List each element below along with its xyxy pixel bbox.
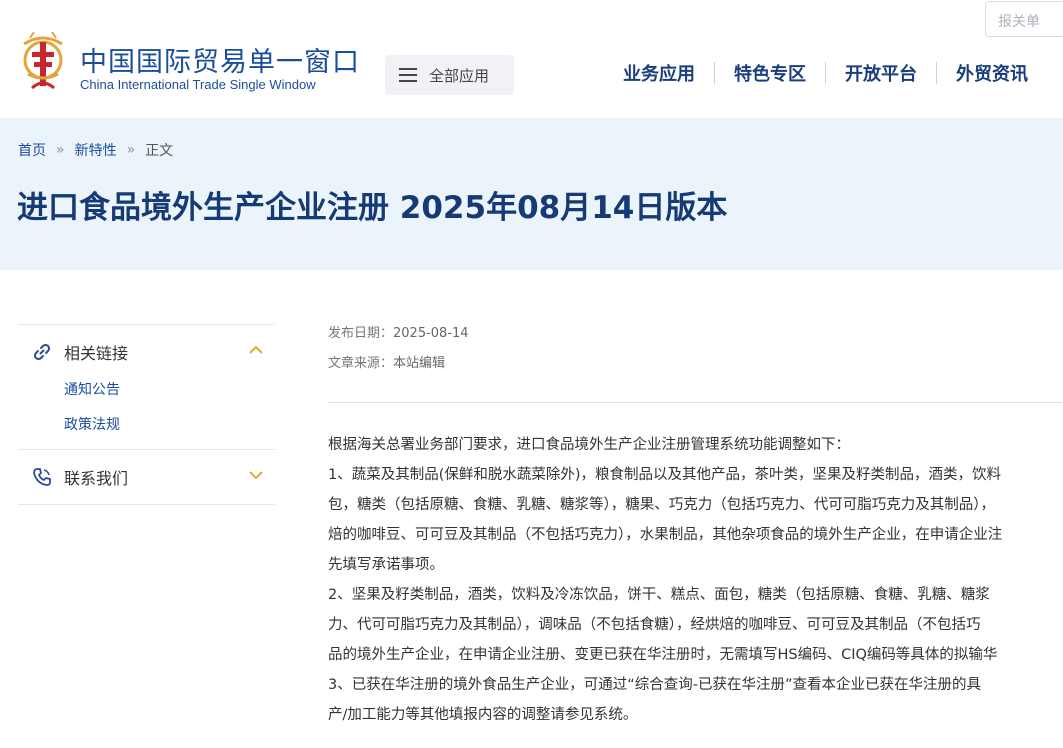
nav-item-featured-zone[interactable]: 特色专区 <box>715 60 825 86</box>
article-line: 品的境外生产企业，在申请企业注册、变更已获在华注册时，无需填写HS编码、CIQ编… <box>328 647 998 663</box>
breadcrumb: 首页 » 新特性 » 正文 <box>18 140 173 160</box>
article-line: 包，糖类（包括原糖、食糖、乳糖、糖浆等），糖果、巧克力（包括巧克力、代可可脂巧克… <box>328 497 995 513</box>
source-label: 文章来源： <box>328 356 394 371</box>
sidebar-section-label: 相关链接 <box>64 344 129 363</box>
brand-name-cn[interactable]: 中国国际贸易单一窗口 <box>80 40 360 79</box>
all-apps-button[interactable]: 全部应用 <box>385 55 514 95</box>
article-line: 产/加工能力等其他填报内容的调整请参见系统。 <box>328 707 638 723</box>
nav-item-business-apps[interactable]: 业务应用 <box>604 60 714 86</box>
breadcrumb-section[interactable]: 新特性 <box>75 140 117 160</box>
breadcrumb-home[interactable]: 首页 <box>18 140 46 160</box>
source-row: 文章来源：本站编辑 <box>328 352 445 371</box>
article-divider <box>328 402 1063 403</box>
logo-emblem-icon[interactable] <box>18 30 68 96</box>
main-nav: 业务应用 特色专区 开放平台 外贸资讯 <box>604 60 1047 86</box>
publish-date-label: 发布日期： <box>328 326 394 341</box>
article-line: 3、已获在华注册的境外食品生产企业，可通过“综合查询-已获在华注册”查看本企业已… <box>328 677 981 693</box>
link-icon <box>33 343 51 361</box>
article-line: 2、坚果及籽类制品，酒类，饮料及冷冻饮品，饼干、糕点、面包，糖类（包括原糖、食糖… <box>328 587 990 603</box>
sidebar-section-related-links[interactable]: 相关链接 <box>18 325 275 379</box>
breadcrumb-separator: » <box>126 142 136 158</box>
sidebar-section-contact[interactable]: 联系我们 <box>18 450 275 504</box>
phone-icon <box>33 468 51 486</box>
breadcrumb-separator: » <box>56 142 65 158</box>
sidebar-item-policies[interactable]: 政策法规 <box>64 414 275 449</box>
menu-icon <box>399 68 417 82</box>
article-line: 根据海关总署业务部门要求，进口食品境外生产企业注册管理系统功能调整如下： <box>328 437 850 453</box>
sidebar: 相关链接 通知公告 政策法规 联系我们 <box>18 324 275 505</box>
nav-item-open-platform[interactable]: 开放平台 <box>826 60 936 86</box>
page-title: 进口食品境外生产企业注册 2025年08月14日版本 <box>17 190 728 226</box>
report-search-input[interactable]: 报关单 <box>985 1 1063 37</box>
sidebar-related-links-list: 通知公告 政策法规 <box>18 379 275 449</box>
chevron-up-icon[interactable] <box>249 345 263 355</box>
all-apps-label: 全部应用 <box>429 66 490 85</box>
article-line: 力、代可可脂巧克力及其制品），调味品（不包括食糖），经烘焙的咖啡豆、可可豆及其制… <box>328 617 981 633</box>
source-value: 本站编辑 <box>393 356 446 371</box>
breadcrumb-current: 正文 <box>145 143 174 159</box>
article-line: 焙的咖啡豆、可可豆及其制品（不包括巧克力），水果制品，其他杂项食品的境外生产企业… <box>328 527 1003 543</box>
site-header: 中国国际贸易单一窗口 China International Trade Sin… <box>0 0 1063 118</box>
chevron-down-icon[interactable] <box>249 470 263 480</box>
nav-item-trade-news[interactable]: 外贸资讯 <box>937 60 1047 86</box>
article-body: 根据海关总署业务部门要求，进口食品境外生产企业注册管理系统功能调整如下： 1、蔬… <box>328 430 1063 730</box>
sidebar-section-label: 联系我们 <box>64 469 129 488</box>
publish-date-row: 发布日期：2025-08-14 <box>328 322 469 341</box>
brand-name-en[interactable]: China International Trade Single Window <box>80 77 316 92</box>
sidebar-divider <box>18 504 275 505</box>
sidebar-item-notices[interactable]: 通知公告 <box>64 379 275 414</box>
article-line: 1、蔬菜及其制品(保鲜和脱水蔬菜除外)，粮食制品以及其他产品，茶叶类，坚果及籽类… <box>328 467 1002 483</box>
publish-date-value: 2025-08-14 <box>393 326 469 341</box>
article-line: 先填写承诺事项。 <box>328 557 444 573</box>
